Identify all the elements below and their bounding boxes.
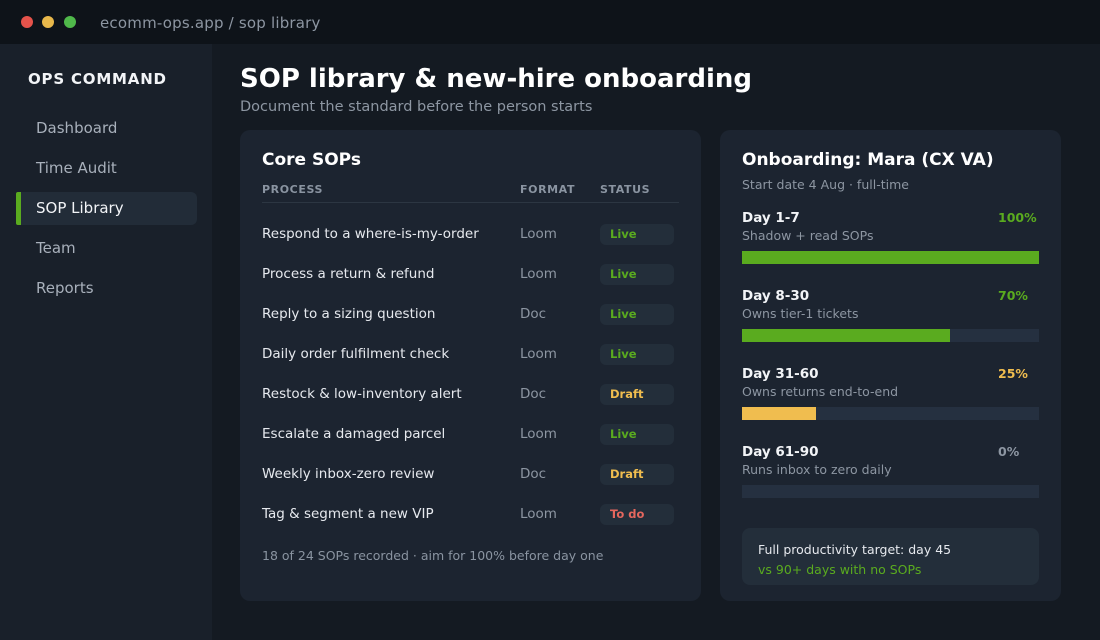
status-badge: To do [600,504,674,525]
phase-label: Day 8-30 [742,288,810,304]
onboarding-title: Onboarding: Mara (CX VA) [742,150,994,170]
onboarding-phase: Day 61-90 Runs inbox to zero daily 0% [742,444,1039,504]
phase-progress-fill [742,329,950,342]
title-bar: ecomm-ops.app / sop library [0,0,1100,44]
status-badge: Draft [600,464,674,485]
sop-format: Loom [520,346,557,362]
phase-description: Runs inbox to zero daily [742,462,892,477]
sops-footer: 18 of 24 SOPs recorded · aim for 100% be… [262,548,604,563]
maximize-window-button[interactable] [64,16,76,28]
table-row[interactable]: Respond to a where-is-my-order Loom Live [240,214,701,254]
sop-process-name: Weekly inbox-zero review [262,466,435,482]
sop-format: Loom [520,506,557,522]
sop-format: Loom [520,426,557,442]
status-badge: Live [600,224,674,245]
phase-description: Shadow + read SOPs [742,228,874,243]
window-title: ecomm-ops.app / sop library [100,14,321,32]
column-header-process: PROCESS [262,183,324,196]
column-header-status: STATUS [600,183,651,196]
phase-progress-percent: 25% [998,366,1028,381]
sidebar: OPS COMMAND Dashboard Time Audit SOP Lib… [0,44,212,640]
onboarding-phase: Day 31-60 Owns returns end-to-end 25% [742,366,1039,426]
sop-process-name: Escalate a damaged parcel [262,426,446,442]
sidebar-item-dashboard[interactable]: Dashboard [16,112,197,145]
status-badge: Live [600,424,674,445]
sop-process-name: Reply to a sizing question [262,306,436,322]
column-header-format: FORMAT [520,183,576,196]
phase-progress-bar [742,485,1039,498]
productivity-target: Full productivity target: day 45 [758,542,952,557]
page-subtitle: Document the standard before the person … [240,99,593,115]
table-row[interactable]: Restock & low-inventory alert Doc Draft [240,374,701,414]
productivity-target-comparison: vs 90+ days with no SOPs [758,562,922,577]
brand-name: OPS COMMAND [28,70,167,88]
page-title: SOP library & new-hire onboarding [240,64,753,94]
status-badge: Draft [600,384,674,405]
sop-format: Loom [520,226,557,242]
sidebar-item-team[interactable]: Team [16,232,197,265]
minimize-window-button[interactable] [42,16,54,28]
status-badge: Live [600,264,674,285]
phase-label: Day 1-7 [742,210,800,226]
table-row[interactable]: Process a return & refund Loom Live [240,254,701,294]
sop-process-name: Tag & segment a new VIP [262,506,434,522]
sidebar-item-time-audit[interactable]: Time Audit [16,152,197,185]
sop-process-name: Daily order fulfilment check [262,346,450,362]
table-row[interactable]: Reply to a sizing question Doc Live [240,294,701,334]
phase-label: Day 31-60 [742,366,819,382]
status-badge: Live [600,304,674,325]
phase-progress-bar [742,407,1039,420]
phase-description: Owns tier-1 tickets [742,306,859,321]
phase-description: Owns returns end-to-end [742,384,899,399]
sop-format: Doc [520,306,547,322]
table-header-divider [262,202,679,203]
onboarding-phase: Day 1-7 Shadow + read SOPs 100% [742,210,1039,270]
table-row[interactable]: Daily order fulfilment check Loom Live [240,334,701,374]
sidebar-item-sop-library[interactable]: SOP Library [16,192,197,225]
core-sops-card: Core SOPs PROCESS FORMAT STATUS Respond … [240,130,701,601]
sop-process-name: Process a return & refund [262,266,435,282]
onboarding-card: Onboarding: Mara (CX VA) Start date 4 Au… [720,130,1061,601]
phase-progress-percent: 100% [998,210,1037,225]
core-sops-title: Core SOPs [262,150,361,170]
onboarding-phase: Day 8-30 Owns tier-1 tickets 70% [742,288,1039,348]
phase-label: Day 61-90 [742,444,819,460]
phase-progress-percent: 70% [998,288,1028,303]
table-row[interactable]: Weekly inbox-zero review Doc Draft [240,454,701,494]
sop-process-name: Respond to a where-is-my-order [262,226,479,242]
phase-progress-bar [742,329,1039,342]
table-row[interactable]: Tag & segment a new VIP Loom To do [240,494,701,534]
close-window-button[interactable] [21,16,33,28]
sop-format: Doc [520,466,547,482]
productivity-target-box: Full productivity target: day 45 vs 90+ … [742,528,1039,585]
phase-progress-percent: 0% [998,444,1020,459]
sidebar-item-reports[interactable]: Reports [16,272,197,305]
sop-format: Loom [520,266,557,282]
phase-progress-fill [742,407,817,420]
status-badge: Live [600,344,674,365]
phase-progress-bar [742,251,1039,264]
sop-format: Doc [520,386,547,402]
sop-process-name: Restock & low-inventory alert [262,386,462,402]
phase-progress-fill [742,251,1039,264]
table-row[interactable]: Escalate a damaged parcel Loom Live [240,414,701,454]
onboarding-meta: Start date 4 Aug · full-time [742,177,909,192]
